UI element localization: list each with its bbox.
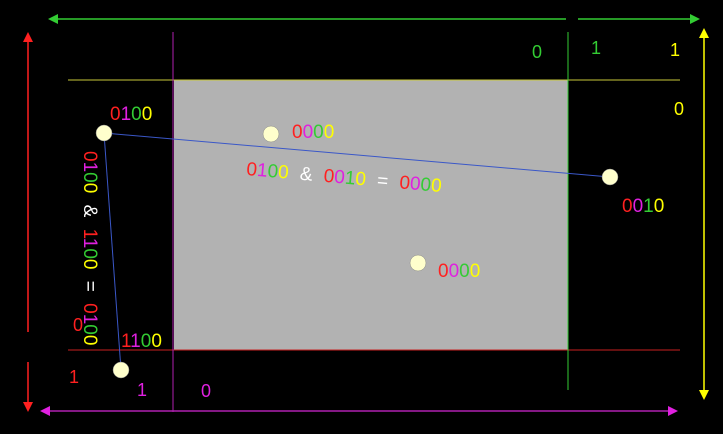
equation-horizontal-eq: = [376, 170, 389, 192]
outcode-bit: 1 [121, 104, 132, 125]
region-label-right-yellow-0: 0 [674, 99, 684, 119]
outcode-bit: 0 [142, 104, 153, 125]
svg-text:0100 & 1100: 0100 & 1100 = 0100 [79, 151, 100, 345]
point-p4 [409, 254, 427, 272]
outcode-bit: 0 [79, 335, 100, 346]
outcode-bit: 0 [303, 122, 314, 143]
outcode-bit: 0 [313, 122, 324, 143]
equation-vertical-op: & [79, 205, 100, 218]
segment-p1-p5 [103, 132, 122, 371]
outcode-bit: 0 [633, 196, 644, 217]
outcode-bit: 0 [79, 183, 100, 194]
outcode-p2: 0000 [292, 122, 334, 143]
equation-vertical-eq: = [79, 281, 100, 292]
outcode-bit: 0 [438, 261, 449, 282]
outcode-bit: 0 [622, 196, 633, 217]
equation-horizontal-result: 0000 [399, 172, 443, 197]
outcode-p5: 1100 [121, 331, 162, 352]
outcode-bit: 0 [151, 331, 162, 352]
outcode-bit: 0 [79, 172, 100, 183]
outcode-bit: 0 [131, 104, 142, 125]
outcode-bit: 0 [324, 122, 335, 143]
outcode-bit: 0 [430, 175, 442, 197]
outcode-bit: 1 [643, 196, 654, 217]
outcode-bit: 0 [79, 151, 100, 162]
region-label-top-yellow-1: 1 [670, 40, 680, 60]
outcode-bit: 0 [79, 324, 100, 335]
outcode-bit: 1 [79, 162, 100, 173]
cohen-sutherland-diagram: 0 1 1 0 0 1 1 0 0100 0000 0010 0000 1100… [23, 14, 709, 416]
outcode-bit: 0 [449, 261, 460, 282]
point-p1 [95, 124, 113, 142]
outcode-bit: 0 [141, 331, 152, 352]
outcode-bit: 0 [459, 261, 470, 282]
outcode-bit: 0 [79, 303, 100, 314]
region-label-bottom-magenta-0: 0 [201, 381, 211, 401]
outcode-bit: 0 [292, 122, 303, 143]
outcode-bit: 1 [79, 238, 100, 249]
outcode-bit: 0 [470, 261, 481, 282]
outcode-bit: 0 [654, 196, 665, 217]
outcode-bit: 0 [79, 248, 100, 259]
outcode-bit: 0 [354, 169, 366, 191]
equation-vertical-result: 0100 [79, 303, 100, 345]
equation-vertical-operand-a: 0100 [79, 151, 100, 193]
outcode-bit: 0 [110, 104, 121, 125]
region-label-top-green-0: 0 [532, 42, 542, 62]
point-p3 [601, 168, 619, 186]
outcode-bit: 1 [79, 314, 100, 325]
equation-vertical-operand-b: 1100 [79, 229, 100, 270]
region-label-top-green-1: 1 [591, 38, 601, 58]
equation-vertical: 0100 & 1100 = 0100 [79, 151, 100, 345]
equation-horizontal-operand-b: 0010 [323, 166, 367, 191]
region-label-left-red-1: 1 [69, 367, 79, 387]
outcode-p3: 0010 [622, 196, 664, 217]
equation-horizontal-op: & [299, 164, 314, 186]
clip-window [174, 80, 568, 350]
region-label-bottom-magenta-1: 1 [137, 380, 147, 400]
outcode-p1: 0100 [110, 104, 152, 125]
outcode-bit: 0 [277, 162, 289, 184]
point-p5 [112, 361, 130, 379]
equation-horizontal-operand-a: 0100 [246, 159, 290, 184]
outcode-bit: 1 [130, 331, 141, 352]
point-p2 [262, 125, 280, 143]
outcode-bit: 0 [79, 259, 100, 270]
outcode-p4: 0000 [438, 261, 480, 282]
